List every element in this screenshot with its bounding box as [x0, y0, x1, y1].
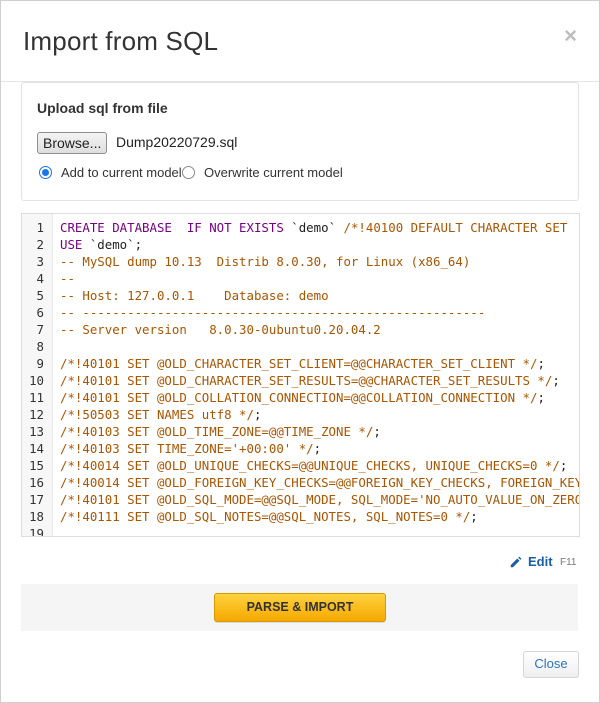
code-text: /*!40103 SET @OLD_TIME_ZONE=@@TIME_ZONE …: [60, 423, 381, 440]
line-number: 12: [29, 407, 44, 422]
code-text: /*!40101 SET @OLD_COLLATION_CONNECTION=@…: [60, 389, 545, 406]
edit-fullscreen-link[interactable]: Edit: [509, 554, 553, 569]
close-icon[interactable]: ×: [564, 25, 577, 47]
sql-comment: /*!40014 SET @OLD_UNIQUE_CHECKS=@@UNIQUE…: [60, 458, 560, 473]
sql-comment: /*!40014 SET @OLD_FOREIGN_KEY_CHECKS=@@F…: [60, 475, 580, 490]
add-radio[interactable]: [39, 166, 52, 179]
dialog-title: Import from SQL: [23, 26, 219, 56]
line-number: 6: [36, 305, 44, 320]
code-text: /*!40101 SET @OLD_SQL_MODE=@@SQL_MODE, S…: [60, 491, 580, 508]
sql-text: ;: [552, 373, 560, 388]
sql-comment: /*!50503 SET NAMES utf8 */: [60, 407, 254, 422]
line-number: 15: [29, 458, 44, 473]
line-number: 7: [36, 322, 44, 337]
line-number: 2: [36, 237, 44, 252]
edit-shortcut-hint: F11: [560, 557, 577, 568]
line-number: 11: [29, 390, 44, 405]
add-to-current-model-option[interactable]: Add to current model: [39, 165, 182, 180]
sql-text: `demo`: [291, 220, 344, 235]
sql-comment: /*!40101 SET @OLD_SQL_MODE=@@SQL_MODE, S…: [60, 492, 580, 507]
sql-keyword: CREATE DATABASE IF NOT EXISTS: [60, 220, 292, 235]
sql-comment: -- Host: 127.0.0.1 Database: demo: [60, 288, 329, 303]
code-text: /*!40111 SET @OLD_SQL_NOTES=@@SQL_NOTES,…: [60, 508, 478, 525]
line-number: 14: [29, 441, 44, 456]
sql-code-editor[interactable]: 1 CREATE DATABASE IF NOT EXISTS `demo` /*…: [21, 213, 580, 537]
browse-button[interactable]: Browse...: [37, 132, 108, 154]
code-text: /*!40101 SET @OLD_CHARACTER_SET_RESULTS=…: [60, 372, 560, 389]
sql-comment: /*!40103 SET TIME_ZONE='+00:00' */: [60, 441, 314, 456]
sql-text: ;: [537, 356, 545, 371]
sql-comment: /*!40100 DEFAULT CHARACTER SET: [343, 220, 568, 235]
add-radio-label: Add to current model: [61, 165, 182, 180]
sql-keyword: USE: [60, 237, 90, 252]
code-text: --: [60, 270, 75, 287]
overwrite-current-model-option[interactable]: Overwrite current model: [182, 165, 343, 180]
line-number: 9: [36, 356, 44, 371]
sql-comment: --: [60, 271, 75, 286]
sql-comment: /*!40101 SET @OLD_CHARACTER_SET_CLIENT=@…: [60, 356, 538, 371]
sql-text: ;: [373, 424, 381, 439]
sql-text: ;: [470, 509, 478, 524]
parse-import-button[interactable]: PARSE & IMPORT: [214, 593, 386, 622]
code-text: USE `demo`;: [60, 236, 142, 253]
sql-text: `demo`;: [89, 237, 143, 252]
sql-comment: -- Server version 8.0.30-0ubuntu0.20.04.…: [60, 322, 381, 337]
sql-comment: /*!40103 SET @OLD_TIME_ZONE=@@TIME_ZONE …: [60, 424, 374, 439]
overwrite-radio-label: Overwrite current model: [204, 165, 343, 180]
sql-comment: -- MySQL dump 10.13 Distrib 8.0.30, for …: [60, 254, 471, 269]
line-number: 18: [29, 509, 44, 524]
code-text: -- MySQL dump 10.13 Distrib 8.0.30, for …: [60, 253, 470, 270]
sql-text: ;: [559, 458, 568, 473]
sql-text: ;: [313, 441, 322, 456]
pencil-icon: [510, 556, 522, 567]
code-text: -- Host: 127.0.0.1 Database: demo: [60, 287, 329, 304]
code-text: /*!50503 SET NAMES utf8 */;: [60, 406, 261, 423]
line-number: 17: [29, 492, 44, 507]
edit-label: Edit: [528, 554, 553, 569]
line-number: 1: [36, 220, 44, 235]
line-number: 5: [36, 288, 44, 303]
code-text: -- Server version 8.0.30-0ubuntu0.20.04.…: [60, 321, 381, 338]
upload-panel: Upload sql from file Browse... Dump20220…: [21, 82, 579, 201]
sql-comment: -- -------------------------------------…: [60, 305, 486, 320]
overwrite-radio[interactable]: [182, 166, 195, 179]
line-number: 19: [29, 526, 44, 537]
line-number: 8: [36, 339, 44, 354]
line-number: 13: [29, 424, 44, 439]
close-button[interactable]: Close: [523, 651, 579, 678]
line-number: 10: [29, 373, 44, 388]
selected-file-name: Dump20220729.sql: [116, 134, 238, 150]
line-number: 16: [29, 475, 44, 490]
dialog-header: Import from SQL ×: [1, 1, 599, 82]
code-text: -- -------------------------------------…: [60, 304, 485, 321]
sql-comment: /*!40111 SET @OLD_SQL_NOTES=@@SQL_NOTES,…: [60, 509, 471, 524]
sql-comment: /*!40101 SET @OLD_COLLATION_CONNECTION=@…: [60, 390, 538, 405]
code-text: CREATE DATABASE IF NOT EXISTS `demo` /*!…: [60, 219, 567, 236]
action-bar: PARSE & IMPORT: [21, 584, 578, 631]
upload-label: Upload sql from file: [37, 100, 168, 116]
code-text: /*!40101 SET @OLD_CHARACTER_SET_CLIENT=@…: [60, 355, 545, 372]
code-text: /*!40014 SET @OLD_UNIQUE_CHECKS=@@UNIQUE…: [60, 457, 567, 474]
sql-text: ;: [253, 407, 262, 422]
sql-text: ;: [537, 390, 545, 405]
line-number: 3: [36, 254, 44, 269]
code-text: /*!40103 SET TIME_ZONE='+00:00' */;: [60, 440, 321, 457]
line-number: 4: [36, 271, 44, 286]
sql-comment: /*!40101 SET @OLD_CHARACTER_SET_RESULTS=…: [60, 373, 553, 388]
code-text: /*!40014 SET @OLD_FOREIGN_KEY_CHECKS=@@F…: [60, 474, 580, 491]
